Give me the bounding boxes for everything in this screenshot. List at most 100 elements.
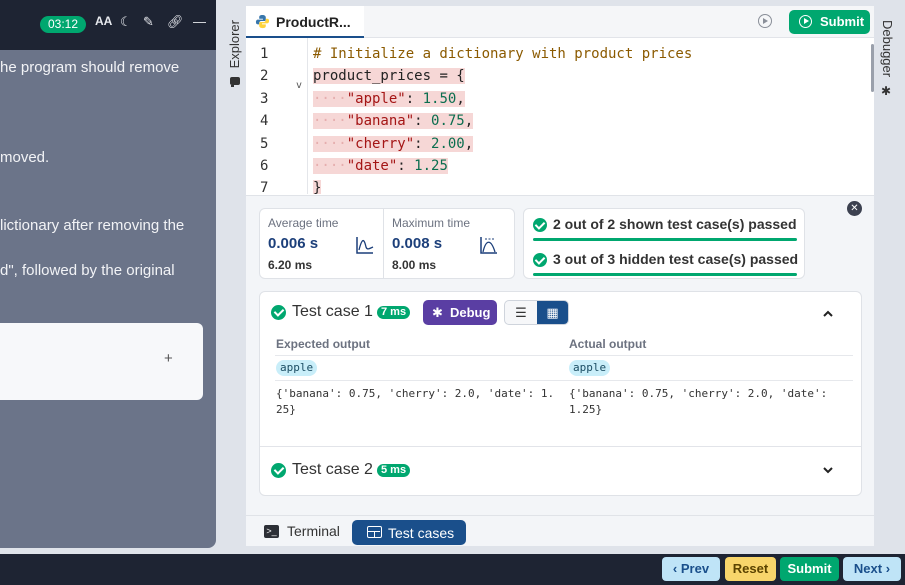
footer-bar: ‹ Prev Reset Submit Next › [0,554,905,585]
code-line-5: ····"cherry": 2.00, [313,136,474,152]
close-icon[interactable]: ✕ [847,201,862,216]
run-icon[interactable] [758,14,772,28]
test-case-title: Test case 1 [292,303,373,320]
code-token: "apple" [346,91,406,107]
expected-output-label: Expected output [276,337,371,351]
minimize-icon[interactable]: — [193,14,206,29]
average-time-stat: Average time 0.006 s 6.20 ms [260,209,383,278]
footer-submit-button[interactable]: Submit [780,557,839,581]
file-name: ProductR... [276,14,351,30]
stat-subvalue: 8.00 ms [392,258,437,272]
file-tab[interactable]: ProductR... [246,6,364,38]
maximum-time-stat: Maximum time 0.008 s 8.00 ms [383,209,506,278]
code-editor[interactable]: 1 2 3 4 5 6 7 v # Initialize a dictionar… [246,38,874,194]
test-case-1-header[interactable]: Test case 1 7 ms ✱ Debug ☰ ▦ [260,292,861,332]
test-results-panel: ✕ Average time 0.006 s 6.20 ms Maximum t… [246,195,874,515]
pass-text: 3 out of 3 hidden test case(s) passed [553,251,799,267]
code-token: "date" [346,158,398,174]
timing-stats: Average time 0.006 s 6.20 ms Maximum tim… [259,208,515,279]
line-number: 2 [260,68,269,84]
line-number: 7 [260,180,269,194]
code-token: = { [431,68,465,84]
stat-value: 0.006 s [268,235,319,252]
test-cases-label: Test cases [388,525,455,541]
problem-panel: 03:12 AA ☾ ✎ 🔗︎ — he program should remo… [0,0,216,548]
stat-subvalue: 6.20 ms [268,258,313,272]
debug-button[interactable]: ✱ Debug [423,300,497,325]
line-number: 5 [260,136,269,152]
test-case-title: Test case 2 [292,461,373,478]
debugger-rail: Debugger ✱ [876,6,898,546]
problem-toolbar: 03:12 AA ☾ ✎ 🔗︎ — [0,0,216,50]
next-label: Next [853,561,883,576]
test-cases-tab[interactable]: Test cases [352,520,466,545]
font-size-icon[interactable]: AA [95,14,112,28]
editor-scrollbar[interactable] [871,44,874,92]
terminal-label: Terminal [287,523,340,539]
expected-output-dict: {'banana': 0.75, 'cherry': 2.0, 'date': … [276,387,555,416]
code-token: product_prices [313,68,432,84]
debug-label: Debug [450,305,491,320]
pass-text: 2 out of 2 shown test case(s) passed [553,216,797,232]
play-icon [799,15,812,28]
collapsible-section[interactable]: + [0,323,203,400]
check-circle-icon [533,253,547,267]
chevron-up-icon[interactable] [822,308,834,320]
list-view-icon[interactable]: ☰ [505,301,537,324]
panel-tabs: >_ Terminal Test cases [246,515,874,546]
expand-plus-icon[interactable]: + [164,350,173,367]
actual-output-dict: {'banana': 0.75, 'cherry': 2.0, 'date': … [569,387,828,416]
check-circle-icon [271,463,286,478]
divider [275,355,853,356]
chat-icon[interactable] [229,76,241,88]
code-token: 0.75 [431,113,465,129]
prev-button[interactable]: ‹ Prev [662,557,720,581]
submit-button[interactable]: Submit [789,10,870,34]
stat-value: 0.008 s [392,235,443,252]
debugger-tab[interactable]: Debugger [880,20,895,77]
actual-output-value: apple [569,360,611,376]
code-token: 1.50 [422,91,457,107]
time-badge: 7 ms [377,306,411,319]
progress-bar [533,273,797,276]
progress-bar [533,238,797,241]
python-icon [255,14,270,29]
timer-badge[interactable]: 03:12 [40,16,86,33]
code-token: 1.25 [414,158,448,174]
line-number: 3 [260,91,269,107]
fold-chevron-icon[interactable]: v [296,80,302,91]
line-gutter: 1 2 3 4 5 6 7 v [246,38,308,194]
chevron-down-icon[interactable] [822,464,834,476]
code-token: 2.00 [431,136,465,152]
divider [275,380,853,381]
code-line-4: ····"banana": 0.75, [313,113,474,129]
moon-icon[interactable]: ☾ [120,14,132,30]
explorer-tab[interactable]: Explorer [227,20,242,68]
code-line-1: # Initialize a dictionary with product p… [313,46,693,62]
code-line-7: } [313,180,322,194]
check-circle-icon [271,305,286,320]
code-line-6: ····"date": 1.25 [313,158,448,174]
bug-icon: ✱ [432,305,443,320]
prev-label: Prev [680,561,710,576]
next-button[interactable]: Next › [843,557,901,581]
bug-icon[interactable]: ✱ [881,84,891,98]
code-token: "banana" [346,113,415,129]
actual-output-label: Actual output [569,337,647,351]
edit-icon[interactable]: ✎ [143,14,154,30]
hidden-tests-passed: 3 out of 3 hidden test case(s) passed [533,244,799,278]
shown-tests-passed: 2 out of 2 shown test case(s) passed [533,209,797,243]
editor-card: ProductR... Submit 1 2 3 4 5 6 7 v # Ini… [246,6,874,546]
expected-output-value: apple [276,360,318,376]
line-number: 1 [260,46,269,62]
chevron-left-icon: ‹ [672,561,681,576]
table-view-icon[interactable]: ▦ [537,301,568,324]
link-icon[interactable]: 🔗︎ [167,14,184,30]
test-case-2-header[interactable]: Test case 2 5 ms [260,450,861,490]
reset-button[interactable]: Reset [725,557,776,581]
stat-label: Average time [268,216,339,230]
divider [260,446,861,447]
terminal-icon: >_ [264,525,279,538]
average-curve-icon [356,237,374,254]
code-line-3: ····"apple": 1.50, [313,91,465,107]
